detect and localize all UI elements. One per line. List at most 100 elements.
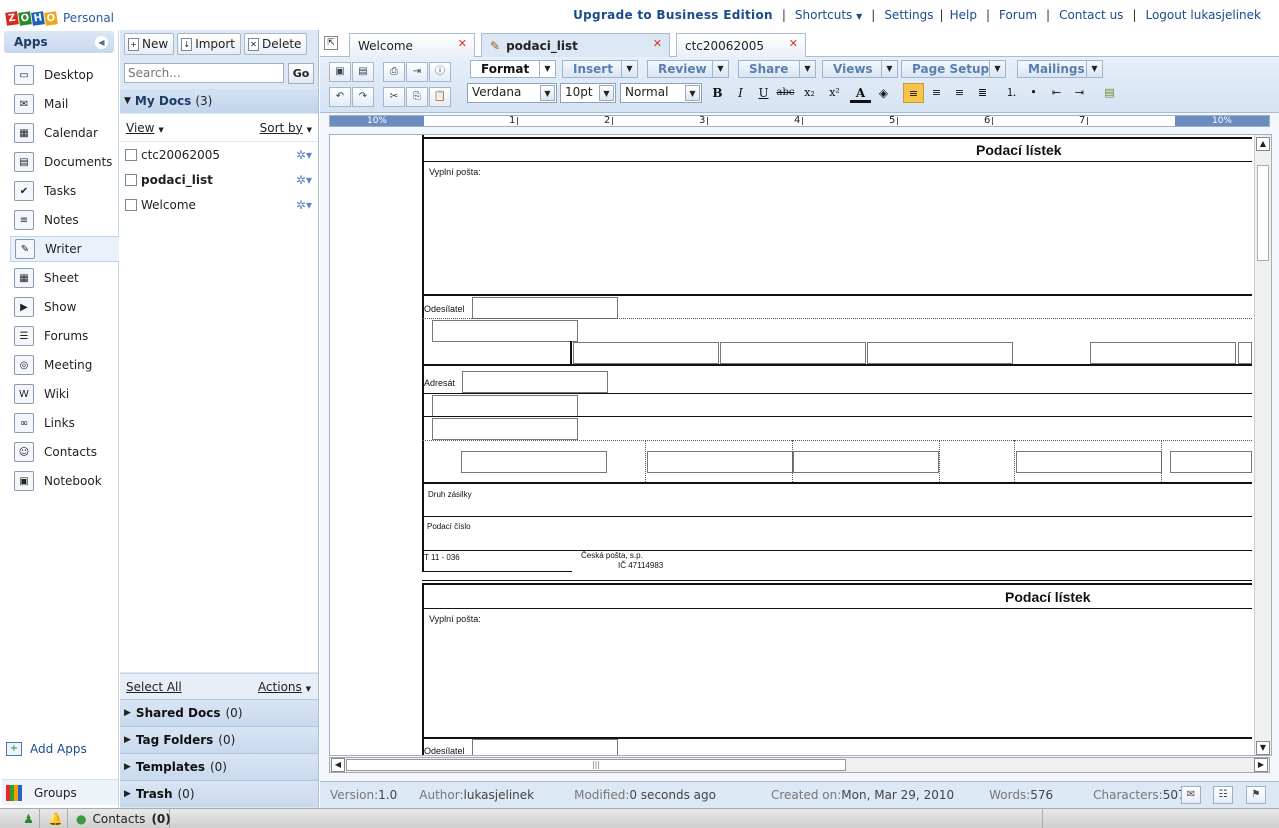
recipient-field-2[interactable]	[461, 451, 607, 473]
app-notebook[interactable]: ▣ Notebook	[10, 468, 119, 494]
app-contacts[interactable]: ☺ Contacts	[10, 439, 119, 465]
actions-menu[interactable]: Actions ▼	[258, 680, 311, 694]
menu-review[interactable]: Review ▼	[647, 60, 729, 78]
left-margin-marker[interactable]: 10%	[330, 116, 424, 126]
sender-field-4[interactable]	[867, 342, 1013, 364]
forum-link[interactable]: Forum	[999, 8, 1037, 22]
app-forums[interactable]: ☰ Forums	[10, 323, 119, 349]
groups-button[interactable]: Groups	[2, 779, 118, 805]
bold-button[interactable]: B	[707, 83, 728, 103]
doc-row[interactable]: ctc20062005 ✲▾	[120, 142, 318, 167]
align-center-icon[interactable]: ≡	[926, 83, 947, 103]
recipient-address-field-2[interactable]	[432, 418, 578, 440]
gear-icon[interactable]: ✲▾	[296, 148, 312, 162]
app-writer[interactable]: ✎ Writer	[10, 236, 119, 262]
strikethrough-button[interactable]: abc	[775, 83, 796, 103]
recipient-address-field[interactable]	[432, 395, 578, 417]
close-icon[interactable]: ✕	[653, 37, 662, 50]
gear-icon[interactable]: ✲▾	[296, 173, 312, 187]
bullet-list-icon[interactable]: •	[1023, 83, 1044, 103]
cut-icon[interactable]: ✂	[383, 87, 405, 107]
scroll-thumb[interactable]	[1257, 165, 1269, 261]
app-calendar[interactable]: ▦ Calendar	[10, 120, 119, 146]
doc-name[interactable]: podaci_list	[141, 173, 213, 187]
app-meeting[interactable]: ◎ Meeting	[10, 352, 119, 378]
sender-field-3[interactable]	[720, 342, 866, 364]
my-docs-header[interactable]: ▼ My Docs (3)	[120, 89, 318, 113]
app-show[interactable]: ▶ Show	[10, 294, 119, 320]
import-button[interactable]: ↓ Import	[177, 33, 242, 55]
outdent-icon[interactable]: ⇤	[1046, 83, 1067, 103]
align-left-icon[interactable]: ≡	[903, 83, 924, 103]
ruler[interactable]: 10% 10% 1 2 3 4 5 6 7	[329, 115, 1270, 127]
superscript-button[interactable]: x²	[824, 83, 845, 103]
add-apps-link[interactable]: + Add Apps	[6, 742, 87, 756]
info-icon[interactable]: ⓘ	[429, 62, 451, 82]
delete-button[interactable]: ✕ Delete	[244, 33, 308, 55]
app-documents[interactable]: ▤ Documents	[10, 149, 119, 175]
font-select[interactable]: Verdana ▼	[467, 83, 557, 103]
search-input[interactable]	[124, 63, 284, 83]
checkbox[interactable]	[125, 198, 137, 211]
scroll-thumb[interactable]: |||	[346, 759, 846, 771]
export-icon[interactable]: ⇥	[406, 62, 428, 82]
scroll-down-icon[interactable]: ▼	[1256, 741, 1270, 755]
italic-button[interactable]: I	[730, 83, 751, 103]
tab-ctc20062005[interactable]: ctc20062005 ✕	[676, 33, 806, 57]
redo-icon[interactable]: ↷	[352, 87, 374, 107]
tab-welcome[interactable]: Welcome ✕	[349, 33, 475, 57]
menu-page-setup[interactable]: Page Setup ▼	[901, 60, 1006, 78]
font-color-icon[interactable]: A	[850, 83, 871, 103]
sender-field-2[interactable]	[573, 342, 719, 364]
app-tasks[interactable]: ✔ Tasks	[10, 178, 119, 204]
comment-icon[interactable]: ✉	[1181, 786, 1201, 804]
notification-icon[interactable]: 🔔	[44, 809, 68, 828]
close-icon[interactable]: ✕	[458, 37, 467, 50]
app-desktop[interactable]: ▭ Desktop	[10, 62, 119, 88]
paste-icon[interactable]: 📋	[429, 87, 451, 107]
recipient-field-6[interactable]	[1170, 451, 1252, 473]
right-margin-marker[interactable]: 10%	[1175, 116, 1269, 126]
section-shared-docs[interactable]: ▶ Shared Docs (0)	[120, 699, 318, 726]
tag-icon[interactable]: ⚑	[1246, 786, 1266, 804]
doc-row[interactable]: podaci_list ✲▾	[120, 167, 318, 192]
indent-icon[interactable]: ⇥	[1069, 83, 1090, 103]
view-menu[interactable]: View ▼	[126, 121, 164, 135]
sender-field[interactable]	[472, 297, 618, 319]
collapse-icon[interactable]: ◀	[95, 35, 108, 49]
help-link[interactable]: Help	[950, 8, 977, 22]
app-wiki[interactable]: W Wiki	[10, 381, 119, 407]
logout-link[interactable]: Logout lukasjelinek	[1145, 8, 1261, 22]
highlight-icon[interactable]: ◈	[873, 83, 894, 103]
scroll-up-icon[interactable]: ▲	[1256, 137, 1270, 151]
tab-podaci-list[interactable]: ✎ podaci_list ✕	[481, 33, 670, 57]
contacts-chat-button[interactable]: ● Contacts (0)	[70, 809, 171, 828]
recipient-field-5[interactable]	[1016, 451, 1162, 473]
doc-row[interactable]: Welcome ✲▾	[120, 192, 318, 217]
style-select[interactable]: Normal ▼	[620, 83, 702, 103]
recipient-field-3[interactable]	[647, 451, 793, 473]
document-canvas[interactable]: Podací lístek Vyplní pošta: Odesílatel A…	[329, 134, 1272, 756]
menu-mailings[interactable]: Mailings ▼	[1017, 60, 1103, 78]
size-select[interactable]: 10pt ▼	[560, 83, 616, 103]
justify-icon[interactable]: ≣	[972, 83, 993, 103]
numbered-list-icon[interactable]: ⒈	[1001, 83, 1022, 103]
copy-icon[interactable]: ⎘	[406, 87, 428, 107]
menu-share[interactable]: Share ▼	[738, 60, 816, 78]
save-as-icon[interactable]: ▤	[352, 62, 374, 82]
section-templates[interactable]: ▶ Templates (0)	[120, 753, 318, 780]
checkbox[interactable]	[125, 173, 137, 186]
user-status-icon[interactable]: ♟	[18, 809, 40, 828]
page-icon[interactable]: ▤	[1099, 83, 1120, 103]
save-icon[interactable]: ▣	[329, 62, 351, 82]
sender-field-copy[interactable]	[472, 739, 618, 755]
scroll-right-icon[interactable]: ▶	[1254, 758, 1268, 772]
app-mail[interactable]: ✉ Mail	[10, 91, 119, 117]
menu-insert[interactable]: Insert ▼	[562, 60, 638, 78]
app-notes[interactable]: ≡ Notes	[10, 207, 119, 233]
section-trash[interactable]: ▶ Trash (0)	[120, 780, 318, 807]
select-all-link[interactable]: Select All	[126, 680, 182, 694]
sender-field-5[interactable]	[1090, 342, 1236, 364]
doc-name[interactable]: ctc20062005	[141, 148, 220, 162]
app-links[interactable]: ∞ Links	[10, 410, 119, 436]
